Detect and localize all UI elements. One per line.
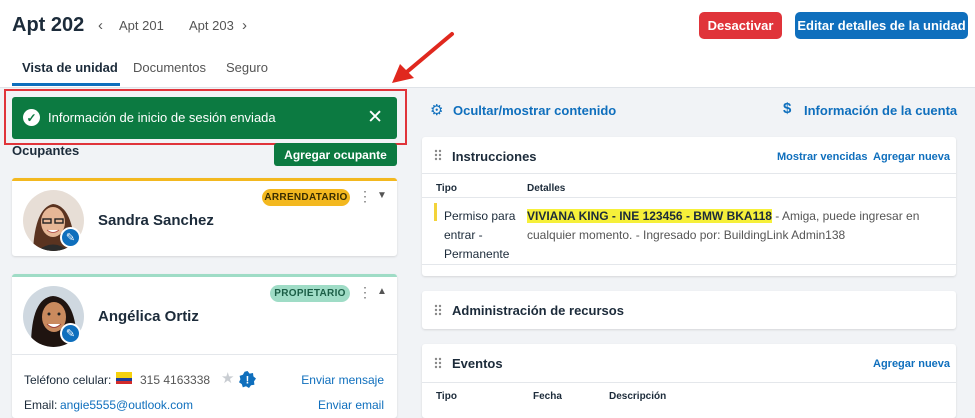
kebab-menu-icon[interactable]: ⋮ [358, 284, 372, 301]
chevron-up-icon[interactable]: ▲ [377, 286, 387, 297]
edit-avatar-icon[interactable]: ✎ [60, 227, 81, 248]
close-icon[interactable]: ✕ [367, 106, 383, 129]
highlighted-text: VIVIANA KING - INE 123456 - BMW BKA118 [527, 209, 772, 223]
column-header-date: Fecha [533, 391, 562, 402]
edit-unit-button[interactable]: Editar detalles de la unidad [795, 12, 968, 39]
tab-insurance[interactable]: Seguro [226, 60, 268, 75]
panel-divider [422, 264, 956, 265]
instruction-details: VIVIANA KING - INE 123456 - BMW BKA118 -… [527, 207, 947, 245]
occupant-name[interactable]: Sandra Sanchez [98, 212, 214, 229]
column-header-description: Descripción [609, 391, 667, 402]
panel-title: Eventos [452, 356, 503, 371]
email-label: Email: [24, 398, 58, 412]
drag-handle-icon[interactable] [434, 149, 444, 163]
panel-divider [422, 382, 956, 383]
deactivate-button[interactable]: Desactivar [699, 12, 782, 39]
gear-icon[interactable]: ⚙ [430, 101, 443, 119]
email-link[interactable]: angie5555@outlook.com [60, 398, 193, 412]
card-divider [12, 354, 397, 355]
occupant-card: ✎ Angélica Ortiz PROPIETARIO ⋮ ▲ Teléfon… [12, 274, 397, 418]
unit-header: Apt 202 ‹ Apt 201 Apt 203 › Desactivar E… [0, 0, 975, 88]
chevron-left-icon[interactable]: ‹ [98, 17, 103, 34]
panel-divider [422, 173, 956, 174]
check-circle-icon: ✓ [23, 109, 40, 126]
page-title: Apt 202 [12, 14, 85, 36]
drag-handle-icon[interactable] [434, 304, 444, 318]
prev-unit-link[interactable]: Apt 201 [119, 18, 164, 33]
column-header-type: Tipo [436, 183, 457, 194]
chevron-right-icon[interactable]: › [242, 17, 247, 34]
occupants-title: Ocupantes [12, 143, 80, 158]
svg-text:!: ! [246, 375, 250, 387]
phone-label: Teléfono celular: [24, 373, 112, 387]
panel-title: Administración de recursos [452, 303, 624, 318]
panel-divider [422, 197, 956, 198]
next-unit-link[interactable]: Apt 203 [189, 18, 234, 33]
alert-badge-icon[interactable]: ! [239, 371, 256, 388]
chevron-down-icon[interactable]: ▼ [377, 190, 387, 201]
add-instruction-link[interactable]: Agregar nueva [873, 151, 950, 163]
occupant-name[interactable]: Angélica Ortiz [98, 308, 199, 325]
add-occupant-button[interactable]: Agregar ocupante [274, 143, 397, 166]
kebab-menu-icon[interactable]: ⋮ [358, 188, 372, 205]
row-indicator [434, 203, 437, 221]
account-info-link[interactable]: Información de la cuenta [804, 103, 957, 118]
tab-unit-view[interactable]: Vista de unidad [22, 60, 118, 75]
resources-panel: Administración de recursos [422, 291, 956, 329]
success-toast: ✓ Información de inicio de sesión enviad… [12, 97, 397, 139]
instruction-type: Permiso para entrar - Permanente [444, 209, 516, 261]
phone-number: 315 4163338 [140, 373, 211, 387]
toggle-content-link[interactable]: Ocultar/mostrar contenido [453, 103, 616, 118]
colombia-flag-icon [116, 372, 132, 384]
annotation-arrow [392, 32, 454, 83]
add-event-link[interactable]: Agregar nueva [873, 358, 950, 370]
edit-avatar-icon[interactable]: ✎ [60, 323, 81, 344]
tab-documents[interactable]: Documentos [133, 60, 206, 75]
star-icon[interactable]: ★ [221, 369, 234, 387]
occupant-card: ✎ Sandra Sanchez ARRENDATARIO ⋮ ▼ [12, 178, 397, 256]
drag-handle-icon[interactable] [434, 357, 444, 371]
show-expired-link[interactable]: Mostrar vencidas [777, 151, 867, 163]
column-header-details: Detalles [527, 183, 566, 194]
active-tab-indicator [12, 83, 120, 86]
role-badge: ARRENDATARIO [262, 189, 350, 206]
role-badge: PROPIETARIO [270, 285, 350, 302]
column-header-type: Tipo [436, 391, 457, 402]
dollar-icon[interactable]: $ [783, 100, 791, 117]
events-panel: Eventos Agregar nueva Tipo Fecha Descrip… [422, 344, 956, 418]
instructions-panel: Instrucciones Mostrar vencidas Agregar n… [422, 137, 956, 276]
toast-message: Información de inicio de sesión enviada [48, 110, 276, 125]
panel-title: Instrucciones [452, 149, 537, 164]
send-email-link[interactable]: Enviar email [318, 398, 384, 412]
send-message-link[interactable]: Enviar mensaje [301, 373, 384, 387]
